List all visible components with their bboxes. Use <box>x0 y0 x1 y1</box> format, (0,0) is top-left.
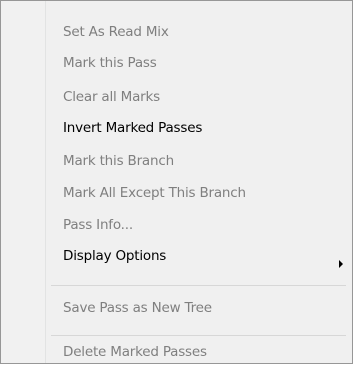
menu-item-clear-all-marks: Clear all Marks <box>63 89 160 105</box>
gutter-divider <box>45 1 46 363</box>
menu-item-invert-marked-passes[interactable]: Invert Marked Passes <box>63 113 202 143</box>
menu-item-save-pass-as-new-tree: Save Pass as New Tree <box>63 300 212 316</box>
menu-separator <box>51 335 346 336</box>
menu-item-set-as-read-mix: Set As Read Mix <box>63 24 169 40</box>
context-menu: Set As Read Mix Mark this Pass Clear all… <box>0 0 353 364</box>
menu-item-mark-this-pass: Mark this Pass <box>63 55 157 71</box>
menu-item-pass-info: Pass Info... <box>63 217 133 233</box>
menu-separator <box>51 285 346 286</box>
menu-item-display-options[interactable]: Display Options <box>63 241 166 271</box>
menu-item-delete-marked-passes: Delete Marked Passes <box>63 344 207 360</box>
menu-icon-gutter <box>1 1 45 363</box>
menu-item-mark-all-except-this-branch: Mark All Except This Branch <box>63 185 246 201</box>
menu-item-mark-this-branch: Mark this Branch <box>63 153 174 169</box>
chevron-right-icon <box>339 260 343 268</box>
